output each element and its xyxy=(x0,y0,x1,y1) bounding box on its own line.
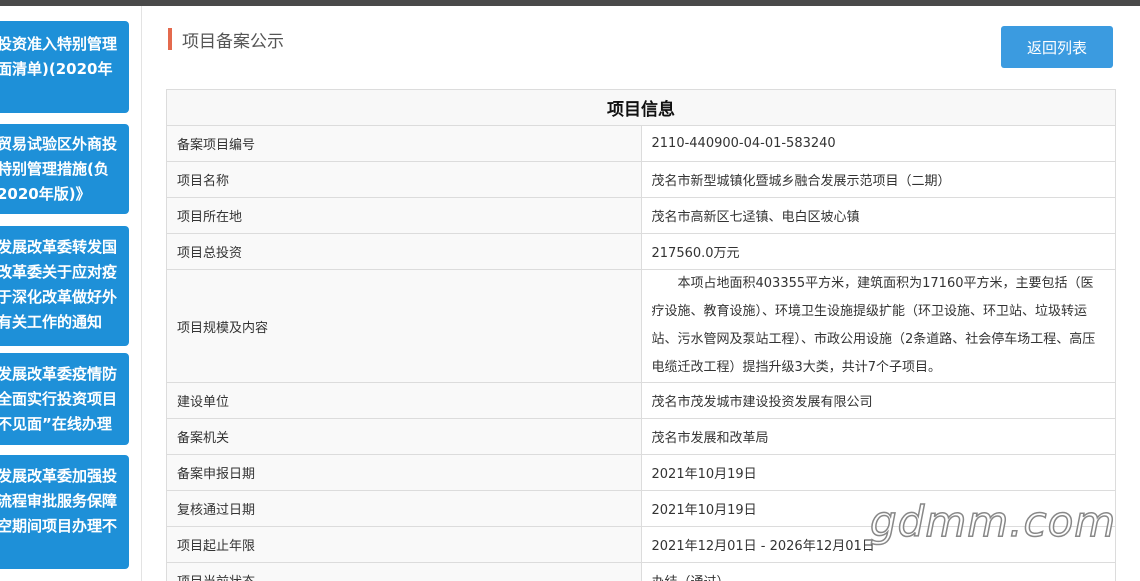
row-label: 项目当前状态 xyxy=(166,562,642,581)
table-row: 备案项目编号 2110-440900-04-01-583240 xyxy=(166,125,1116,162)
sidebar-card-line: 有关工作的通知 xyxy=(0,313,102,331)
row-value: 茂名市茂发城市建设投资发展有限公司 xyxy=(640,382,1116,419)
row-value: 办结（通过） xyxy=(640,562,1116,581)
table-row: 备案机关 茂名市发展和改革局 xyxy=(166,418,1116,455)
sidebar-card-line: 不见面”在线办理 xyxy=(0,415,112,433)
sidebar-card-line: 改革委关于应对疫 xyxy=(0,263,117,281)
row-label: 项目名称 xyxy=(166,161,642,198)
table-row: 建设单位 茂名市茂发城市建设投资发展有限公司 xyxy=(166,382,1116,419)
sidebar-card-line: 投资准入特别管理 xyxy=(0,35,117,53)
sidebar-card-line: 2020年版)》 xyxy=(0,185,91,203)
row-value: 茂名市新型城镇化暨城乡融合发展示范项目（二期） xyxy=(640,161,1116,198)
row-label: 建设单位 xyxy=(166,382,642,419)
sidebar-card-line: 发展改革委疫情防 xyxy=(0,365,117,383)
sidebar-card-line: 面清单)(2020年 xyxy=(0,60,113,78)
page-title: 项目备案公示 xyxy=(182,31,284,52)
sidebar-card-line: 全面实行投资项目 xyxy=(0,390,117,408)
watermark: gdmm.com xyxy=(869,496,1117,547)
row-value: 本项占地面积403355平方米，建筑面积为17160平方米，主要包括（医疗设施、… xyxy=(640,269,1116,383)
table-row: 项目所在地 茂名市高新区七迳镇、电白区坡心镇 xyxy=(166,197,1116,234)
sidebar-card-line: 空期间项目办理不 xyxy=(0,517,117,535)
row-value-text: 本项占地面积403355平方米，建筑面积为17160平方米，主要包括（医疗设施、… xyxy=(651,276,1096,375)
sidebar-card-line: 流程审批服务保障 xyxy=(0,492,117,510)
row-label: 项目规模及内容 xyxy=(166,269,642,383)
row-value: 2110-440900-04-01-583240 xyxy=(640,125,1116,162)
row-label: 备案项目编号 xyxy=(166,125,642,162)
row-value: 217560.0万元 xyxy=(640,233,1116,270)
row-label: 备案申报日期 xyxy=(166,454,642,491)
table-row: 项目总投资 217560.0万元 xyxy=(166,233,1116,270)
page-header: 项目备案公示 xyxy=(168,28,284,52)
back-to-list-button[interactable]: 返回列表 xyxy=(1001,26,1113,68)
table-heading: 项目信息 xyxy=(166,89,1116,126)
table-row: 项目名称 茂名市新型城镇化暨城乡融合发展示范项目（二期） xyxy=(166,161,1116,198)
sidebar: 投资准入特别管理 面清单)(2020年 贸易试验区外商投 特别管理措施(负 20… xyxy=(0,6,142,581)
row-value: 2021年10月19日 xyxy=(640,454,1116,491)
sidebar-card-3[interactable]: 发展改革委转发国 改革委关于应对疫 于深化改革做好外 有关工作的通知 xyxy=(0,226,129,346)
sidebar-card-4[interactable]: 发展改革委疫情防 全面实行投资项目 不见面”在线办理 xyxy=(0,353,129,445)
row-label: 复核通过日期 xyxy=(166,490,642,527)
row-label: 项目总投资 xyxy=(166,233,642,270)
table-row: 项目当前状态 办结（通过） xyxy=(166,562,1116,581)
top-bar xyxy=(0,0,1140,6)
row-value: 茂名市发展和改革局 xyxy=(640,418,1116,455)
table-row: 项目规模及内容 本项占地面积403355平方米，建筑面积为17160平方米，主要… xyxy=(166,269,1116,383)
title-accent-bar xyxy=(168,28,172,50)
row-value: 茂名市高新区七迳镇、电白区坡心镇 xyxy=(640,197,1116,234)
sidebar-card-line: 于深化改革做好外 xyxy=(0,288,117,306)
table-row: 备案申报日期 2021年10月19日 xyxy=(166,454,1116,491)
row-label: 备案机关 xyxy=(166,418,642,455)
sidebar-card-1[interactable]: 投资准入特别管理 面清单)(2020年 xyxy=(0,21,129,113)
sidebar-card-line: 发展改革委转发国 xyxy=(0,238,117,256)
row-label: 项目所在地 xyxy=(166,197,642,234)
sidebar-card-line: 发展改革委加强投 xyxy=(0,467,117,485)
sidebar-card-line: 贸易试验区外商投 xyxy=(0,135,117,153)
sidebar-card-2[interactable]: 贸易试验区外商投 特别管理措施(负 2020年版)》 xyxy=(0,124,129,214)
sidebar-card-5[interactable]: 发展改革委加强投 流程审批服务保障 空期间项目办理不 xyxy=(0,455,129,569)
sidebar-card-line: 特别管理措施(负 xyxy=(0,160,109,178)
row-label: 项目起止年限 xyxy=(166,526,642,563)
